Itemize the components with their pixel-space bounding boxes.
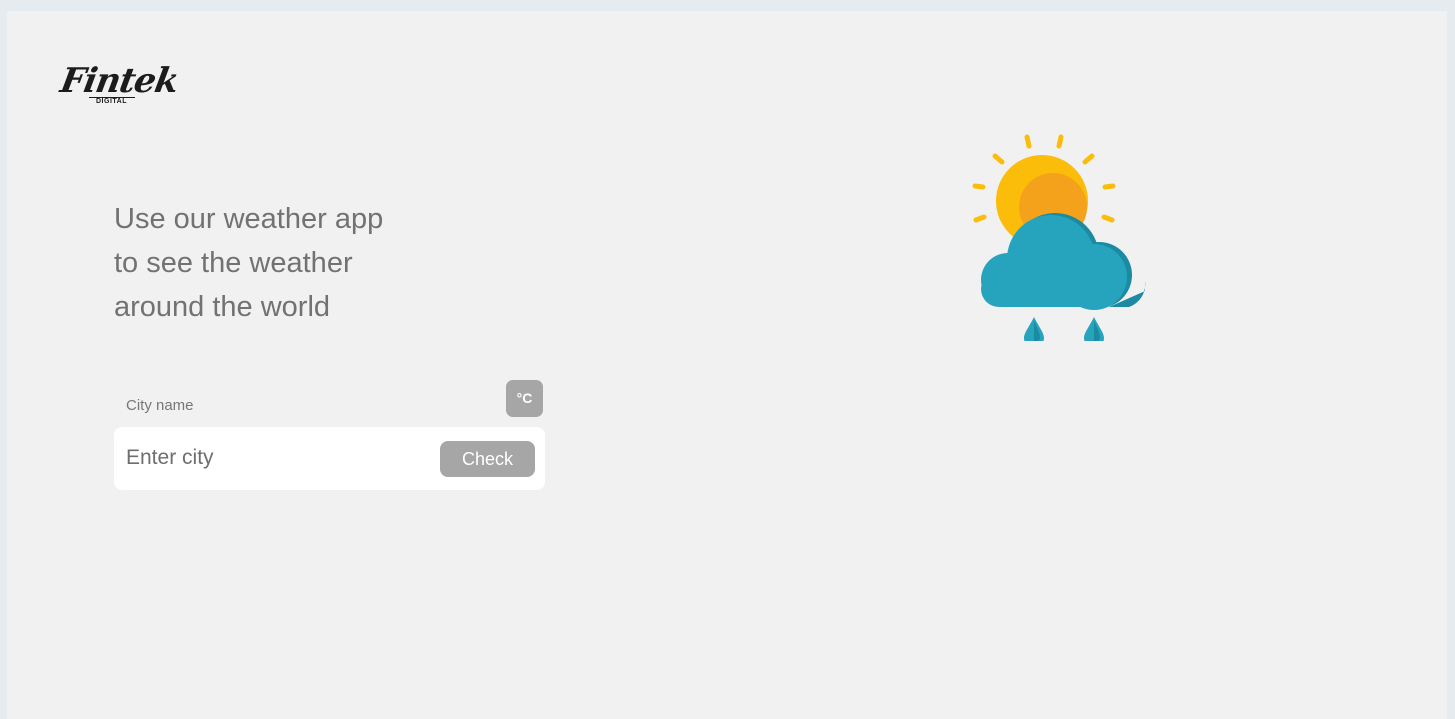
logo: Fintek DIGITAL [57,59,181,115]
unit-toggle-button[interactable]: °C [506,380,543,417]
check-button[interactable]: Check [440,441,535,477]
city-input[interactable] [126,441,426,475]
logo-subtext: DIGITAL [96,98,127,105]
logo-wordmark: Fintek [57,61,182,101]
city-name-label: City name [126,397,194,414]
hero-headline: Use our weather app to see the weather a… [114,197,454,329]
hero-line-1: Use our weather app [114,203,384,235]
city-search-box: Check [114,427,545,490]
rain-drops [1024,317,1104,341]
hero-line-2: to see the weather [114,247,353,279]
sun-cloud-rain-icon [972,134,1146,341]
hero-line-3: around the world [114,291,331,323]
app-frame: Fintek DIGITAL Use our weather app to se… [7,11,1447,719]
